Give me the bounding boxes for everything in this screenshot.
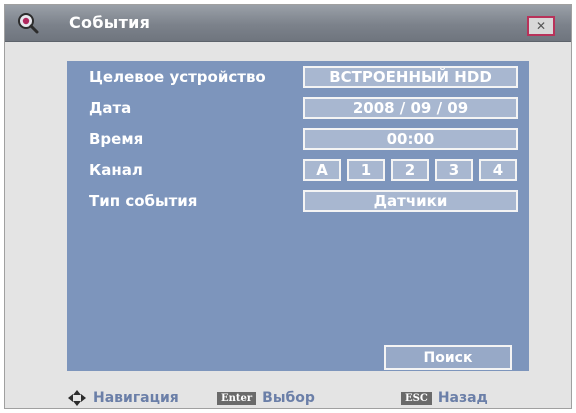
date-field[interactable]: 2008 / 09 / 09 bbox=[303, 97, 518, 119]
target-device-field[interactable]: ВСТРОЕННЫЙ HDD bbox=[303, 66, 518, 88]
enter-key-badge: Enter bbox=[217, 391, 257, 405]
footer-navigation-label: Навигация bbox=[93, 390, 179, 406]
close-icon: ✕ bbox=[535, 19, 547, 33]
events-window: События ✕ Целевое устройство ВСТРОЕННЫЙ … bbox=[4, 4, 572, 409]
footer-navigation: Навигация bbox=[67, 388, 179, 408]
event-type-field[interactable]: Датчики bbox=[303, 190, 518, 212]
esc-key-badge: ESC bbox=[401, 391, 432, 405]
magnifier-icon bbox=[18, 13, 39, 34]
time-label: Время bbox=[89, 130, 144, 148]
close-button[interactable]: ✕ bbox=[527, 16, 555, 36]
event-type-label: Тип события bbox=[89, 192, 198, 210]
footer-select: Enter Выбор bbox=[217, 388, 315, 408]
channel-button-3[interactable]: 3 bbox=[435, 159, 473, 181]
navigation-arrows-icon bbox=[68, 390, 86, 406]
channel-button-a[interactable]: A bbox=[303, 159, 341, 181]
target-device-label: Целевое устройство bbox=[89, 68, 266, 86]
search-panel: Целевое устройство ВСТРОЕННЫЙ HDD Дата 2… bbox=[67, 61, 529, 371]
channel-label: Канал bbox=[89, 161, 143, 179]
search-button[interactable]: Поиск bbox=[384, 345, 512, 370]
time-field[interactable]: 00:00 bbox=[303, 128, 518, 150]
title-bar: События ✕ bbox=[5, 5, 571, 42]
footer-select-label: Выбор bbox=[262, 390, 315, 406]
footer-back: ESC Назад bbox=[401, 388, 488, 408]
window-title: События bbox=[69, 13, 151, 32]
date-label: Дата bbox=[89, 99, 132, 117]
footer-back-label: Назад bbox=[437, 390, 488, 406]
channel-button-1[interactable]: 1 bbox=[347, 159, 385, 181]
channel-button-4[interactable]: 4 bbox=[479, 159, 517, 181]
channel-button-2[interactable]: 2 bbox=[391, 159, 429, 181]
